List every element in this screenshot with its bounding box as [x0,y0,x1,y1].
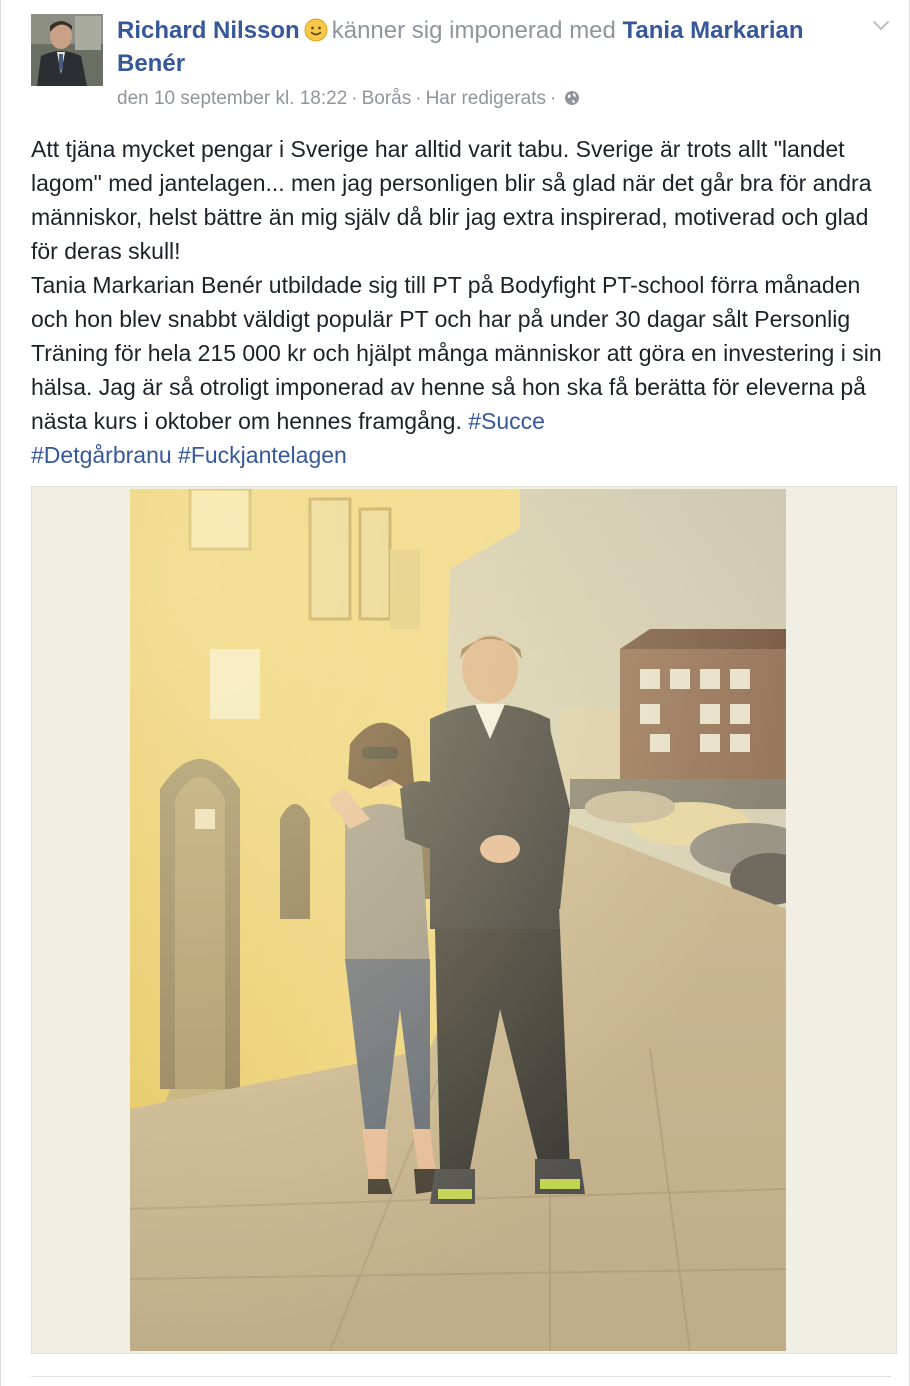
location-link[interactable]: Borås [362,88,412,109]
avatar[interactable] [31,14,103,86]
hashtag-link[interactable]: #Detgårbranu [31,442,172,468]
post-photo-container[interactable] [31,486,897,1354]
hashtag-link[interactable]: #Fuckjantelagen [178,442,347,468]
globe-icon[interactable] [564,90,580,106]
post-paragraph: Tania Markarian Benér utbildade sig till… [31,268,897,472]
hashtag-link[interactable]: #Succe [468,408,545,434]
post-header: Richard Nilsson känner sig imponerad med … [117,14,857,80]
post-card: Richard Nilsson känner sig imponerad med … [0,0,910,1386]
post-paragraph-text: Tania Markarian Benér utbildade sig till… [31,272,882,434]
feeling-text: känner sig imponerad med [331,17,616,44]
post-photo[interactable] [130,489,786,1351]
author-name-link[interactable]: Richard Nilsson [117,17,300,44]
edited-link[interactable]: Har redigerats [426,88,546,109]
smiley-emoji-icon [304,18,328,42]
meta-separator: · [351,88,358,109]
post-divider [31,1376,891,1377]
chevron-down-icon[interactable] [871,18,891,34]
post-meta: den 10 september kl. 18:22 · Borås · Har red… [117,86,580,112]
post-paragraph: Att tjäna mycket pengar i Sverige har al… [31,136,872,264]
post-timestamp-link[interactable]: den 10 september kl. 18:22 [117,88,347,109]
post-body: Att tjäna mycket pengar i Sverige har al… [31,132,897,472]
meta-separator: · [415,88,422,109]
meta-separator: · [549,88,557,109]
